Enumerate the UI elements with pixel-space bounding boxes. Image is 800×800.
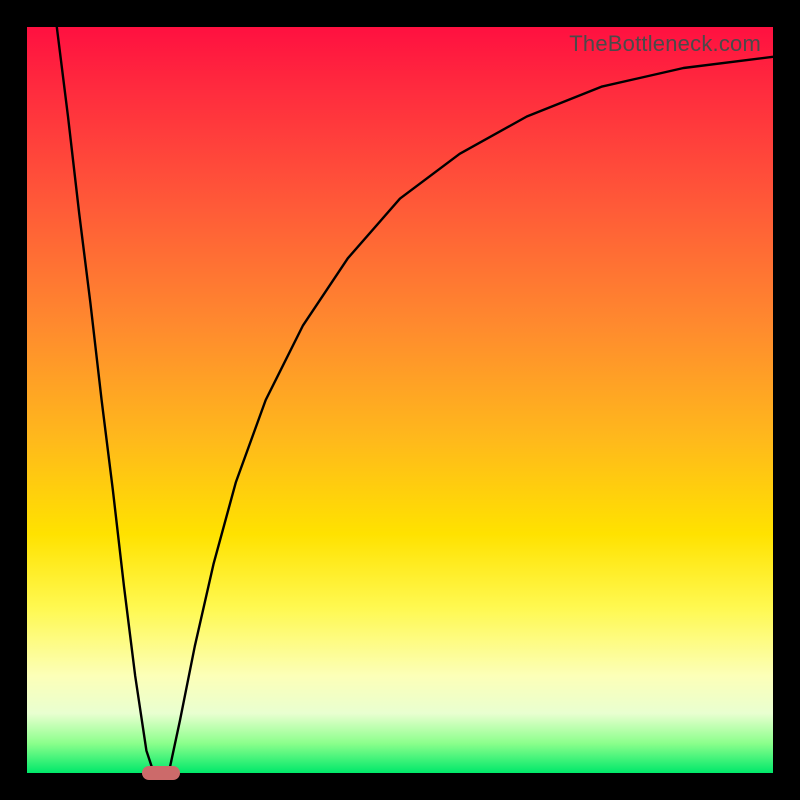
right-branch-line: [169, 57, 773, 773]
plot-area: TheBottleneck.com: [27, 27, 773, 773]
left-branch-line: [57, 27, 154, 773]
curve-layer: [27, 27, 773, 773]
bottleneck-marker: [142, 766, 180, 780]
chart-frame: TheBottleneck.com: [0, 0, 800, 800]
